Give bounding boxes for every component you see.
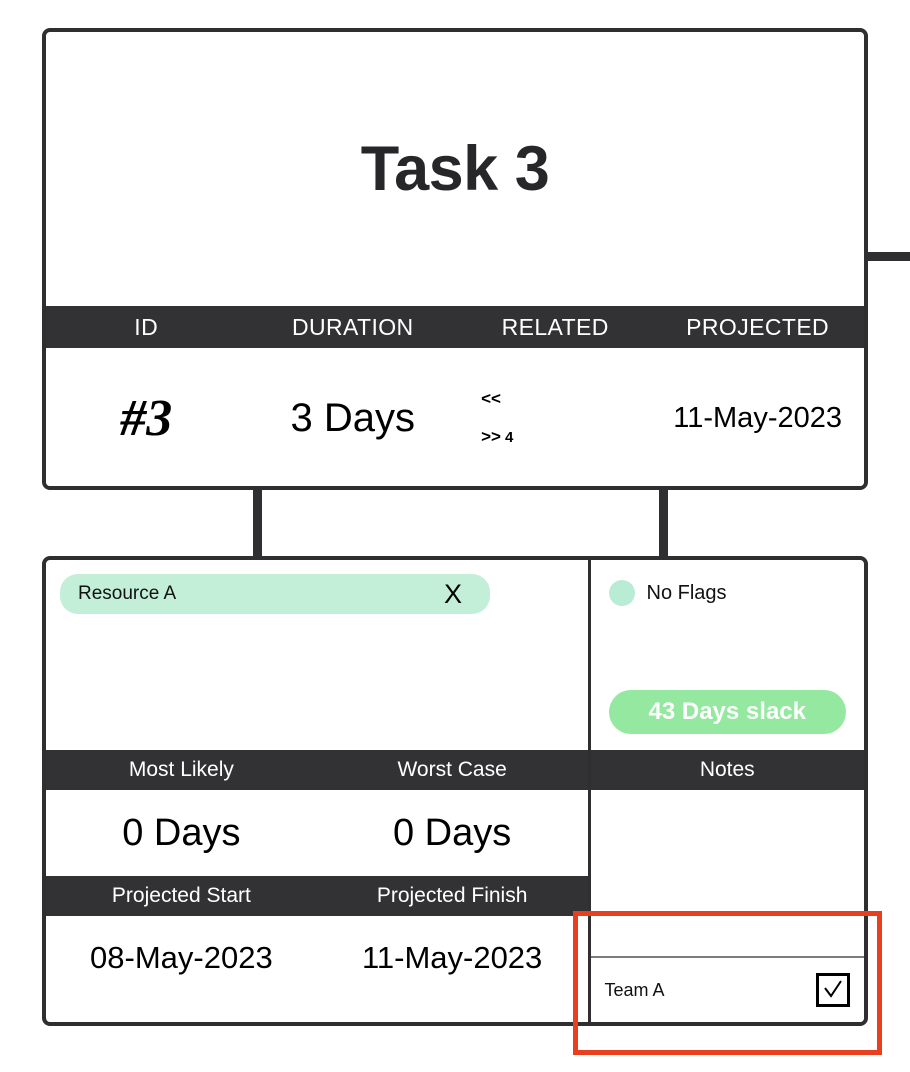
column-header-related: RELATED — [501, 313, 609, 340]
checkmark-icon — [824, 980, 842, 998]
detail-left-column: Resource A X Most Likely Worst Case 0 Da… — [46, 560, 588, 1022]
most-likely-value: 0 Days — [122, 811, 241, 854]
detail-right-column: No Flags 43 Days slack Notes Team A — [587, 560, 864, 1022]
page-title: Task 3 — [360, 133, 550, 204]
notes-item-label: Team A — [604, 979, 665, 1000]
projected-start-value: 08-May-2023 — [90, 940, 273, 975]
task-value-row: #3 3 Days << >> 4 11-May-2023 — [46, 348, 864, 486]
flag-zone: No Flags 43 Days slack — [591, 560, 864, 750]
column-header-projected-finish: Projected Finish — [376, 884, 528, 907]
column-header-projected-start: Projected Start — [111, 884, 251, 907]
worst-case-value: 0 Days — [392, 811, 512, 854]
task-related-links[interactable]: << >> 4 — [459, 389, 651, 447]
task-summary-card[interactable]: Task 3 ID DURATION RELATED PROJECTED #3 … — [42, 28, 868, 490]
notes-body: Team A — [590, 790, 864, 1022]
slack-badge: 43 Days slack — [608, 690, 846, 734]
schedule-header-row: Projected Start Projected Finish — [46, 876, 588, 916]
predecessor-arrow-icon: << — [481, 389, 501, 408]
task-detail-card[interactable]: Resource A X Most Likely Worst Case 0 Da… — [42, 556, 868, 1026]
successor-link[interactable]: >> 4 — [481, 427, 513, 447]
column-header-id: ID — [134, 313, 159, 340]
column-header-notes: Notes — [590, 750, 864, 790]
task-duration-value: 3 Days — [290, 395, 415, 440]
flag-status-label: No Flags — [646, 581, 727, 604]
column-header-worst-case: Worst Case — [397, 758, 507, 781]
predecessor-link[interactable]: << — [481, 389, 505, 409]
column-header-projected: PROJECTED — [686, 313, 830, 340]
notes-item-team-a[interactable]: Team A — [590, 956, 864, 1022]
task-projected-date-value: 11-May-2023 — [673, 401, 842, 434]
resource-zone: Resource A X — [46, 560, 588, 750]
schedule-value-row: 08-May-2023 11-May-2023 — [46, 916, 588, 1000]
task-id-value: #3 — [120, 389, 173, 447]
task-column-header-row: ID DURATION RELATED PROJECTED — [46, 306, 864, 348]
flag-status-dot-icon — [608, 580, 635, 606]
notes-empty-area[interactable] — [591, 790, 864, 956]
column-header-duration: DURATION — [291, 313, 414, 340]
resource-name-label: Resource A — [78, 583, 177, 604]
connector-line-left — [253, 488, 262, 560]
connector-line-east — [866, 252, 910, 261]
estimate-header-row: Most Likely Worst Case — [46, 750, 588, 790]
connector-line-right — [659, 488, 668, 560]
successor-count: 4 — [504, 429, 514, 446]
projected-finish-value: 11-May-2023 — [361, 940, 543, 975]
remove-resource-icon[interactable]: X — [444, 580, 472, 608]
resource-chip[interactable]: Resource A X — [60, 574, 490, 614]
column-header-most-likely: Most Likely — [128, 758, 234, 781]
estimate-value-row: 0 Days 0 Days — [46, 790, 588, 876]
notes-item-checkbox[interactable] — [815, 973, 850, 1007]
flag-status[interactable]: No Flags — [608, 580, 846, 606]
task-title-zone: Task 3 — [46, 32, 864, 306]
successor-arrow-icon: >> — [481, 427, 501, 446]
